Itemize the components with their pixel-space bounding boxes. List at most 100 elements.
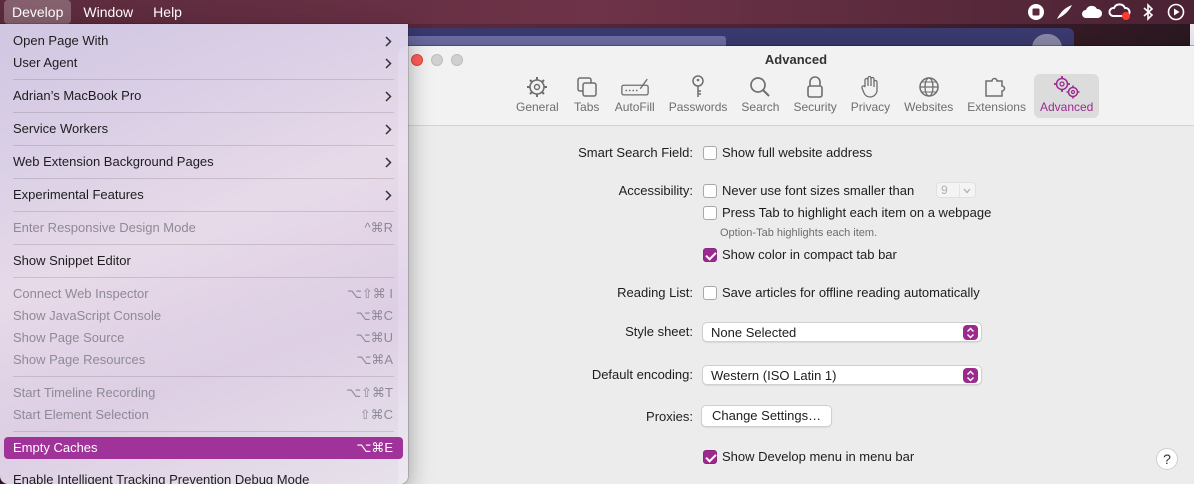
menu-item-label: Connect Web Inspector [13,286,149,301]
menu-item-page-resources[interactable]: Show Page Resources ⌥⌘A [4,349,403,371]
tab-autofill[interactable]: AutoFill [609,74,661,118]
creative-cloud-icon[interactable] [1106,0,1134,24]
menu-separator [13,112,394,113]
menu-item-snippet-editor[interactable]: Show Snippet Editor [4,250,403,272]
menu-item-page-source[interactable]: Show Page Source ⌥⌘U [4,327,403,349]
play-circle-icon[interactable] [1162,0,1190,24]
menu-help[interactable]: Help [145,0,190,24]
help-button[interactable]: ? [1156,448,1178,470]
chevron-right-icon [385,90,393,102]
menu-item-responsive-design-mode[interactable]: Enter Responsive Design Mode ^⌘R [4,217,403,239]
tab-label: Search [741,100,780,114]
min-font-size-checkbox[interactable] [703,184,717,198]
tab-search[interactable]: Search [735,74,785,118]
min-font-size-label[interactable]: Never use font sizes smaller than [722,183,914,198]
menu-item-user-agent[interactable]: User Agent [4,52,403,74]
menu-item-label: Open Page With [13,33,109,48]
chevron-right-icon [385,35,393,47]
tab-websites[interactable]: Websites [898,74,959,118]
menu-item-label: Adrian’s MacBook Pro [13,88,142,103]
offline-reading-label[interactable]: Save articles for offline reading automa… [722,285,980,300]
autofill-icon [620,74,649,100]
tab-label: Security [793,100,837,114]
menu-item-service-workers[interactable]: Service Workers [4,118,403,140]
style-sheet-popup[interactable]: None Selected [702,322,982,342]
gear-icon [523,74,551,100]
tab-security[interactable]: Security [787,74,842,118]
tab-passwords[interactable]: Passwords [663,74,734,118]
search-icon [746,74,774,100]
window-title: Advanced [764,52,828,67]
tabs-icon [573,74,601,100]
preferences-window: Advanced General Tabs AutoFill Passwords… [398,46,1194,484]
bluetooth-icon[interactable] [1134,0,1162,24]
menu-separator [13,211,394,212]
menu-item-label: Show Snippet Editor [13,253,131,268]
menu-item-extension-background-pages[interactable]: Web Extension Background Pages [4,151,403,173]
menu-item-shortcut: ⌥⌘U [355,330,393,345]
menu-develop[interactable]: Develop [4,0,72,24]
tab-highlight-label[interactable]: Press Tab to highlight each item on a we… [722,205,991,220]
tab-label: Passwords [668,100,728,114]
pen-icon[interactable] [1050,0,1078,24]
menu-item-label: Experimental Features [13,187,144,202]
gears-icon [1053,74,1081,100]
compact-tab-color-label[interactable]: Show color in compact tab bar [722,247,897,262]
default-encoding-label: Default encoding: [591,367,693,382]
smart-search-label: Smart Search Field: [578,145,693,160]
tab-label: Advanced [1039,100,1094,114]
menu-item-device[interactable]: Adrian’s MacBook Pro [4,85,403,107]
menu-bar: Develop Window Help [0,0,1194,24]
chevron-right-icon [385,57,393,69]
develop-menu: Open Page With User Agent Adrian’s MacBo… [0,24,408,484]
compact-tab-color-checkbox[interactable] [703,248,717,262]
cloud-icon[interactable] [1078,0,1106,24]
menu-item-connect-web-inspector[interactable]: Connect Web Inspector ⌥⇧⌘ I [4,283,403,305]
menu-item-experimental-features[interactable]: Experimental Features [4,184,403,206]
change-settings-button[interactable]: Change Settings… [701,405,833,427]
min-font-size-popup[interactable]: 9 [936,182,976,198]
menu-separator [13,376,394,377]
default-encoding-popup[interactable]: Western (ISO Latin 1) [702,365,982,385]
tab-privacy[interactable]: Privacy [845,74,896,118]
menu-item-empty-caches[interactable]: Empty Caches ⌥⌘E [4,437,403,459]
show-full-address-label[interactable]: Show full website address [722,145,872,160]
stop-record-icon[interactable] [1022,0,1050,24]
menu-separator [13,277,394,278]
accessibility-label: Accessibility: [618,183,693,198]
menu-item-element-selection[interactable]: Start Element Selection ⇧⌘C [4,404,403,426]
tab-general[interactable]: General [510,74,565,118]
menu-item-itp-debug-mode[interactable]: Enable Intelligent Tracking Prevention D… [4,469,403,484]
up-down-arrows-icon [963,368,978,383]
tab-highlight-checkbox[interactable] [703,206,717,220]
tab-label: Extensions [967,100,1026,114]
tab-advanced[interactable]: Advanced [1033,74,1100,118]
menu-item-label: Start Element Selection [13,407,149,422]
show-develop-menu-checkbox[interactable] [703,450,717,464]
menu-separator [13,145,394,146]
menu-separator [13,244,394,245]
tab-tabs[interactable]: Tabs [567,74,607,118]
show-full-address-checkbox[interactable] [703,146,717,160]
menu-item-shortcut: ⇧⌘C [359,407,393,422]
menu-item-open-page-with[interactable]: Open Page With [4,30,403,52]
menu-item-label: Start Timeline Recording [13,385,156,400]
globe-icon [915,74,943,100]
reading-list-label: Reading List: [617,285,693,300]
offline-reading-checkbox[interactable] [703,286,717,300]
show-develop-menu-label[interactable]: Show Develop menu in menu bar [722,449,914,464]
menu-item-label: Enter Responsive Design Mode [13,220,196,235]
menu-item-label: Service Workers [13,121,109,136]
tab-extensions[interactable]: Extensions [961,74,1032,118]
menu-item-javascript-console[interactable]: Show JavaScript Console ⌥⌘C [4,305,403,327]
preferences-toolbar: General Tabs AutoFill Passwords Search S… [510,74,1101,118]
status-area [1022,0,1190,24]
tab-label: Websites [904,100,954,114]
menu-item-timeline-recording[interactable]: Start Timeline Recording ⌥⇧⌘T [4,382,403,404]
chevron-right-icon [385,189,393,201]
tab-label: Privacy [850,100,891,114]
style-sheet-value: None Selected [711,325,797,340]
menu-window[interactable]: Window [75,0,141,24]
menu-item-shortcut: ^⌘R [364,220,394,235]
menu-item-shortcut: ⌥⌘E [356,440,393,455]
